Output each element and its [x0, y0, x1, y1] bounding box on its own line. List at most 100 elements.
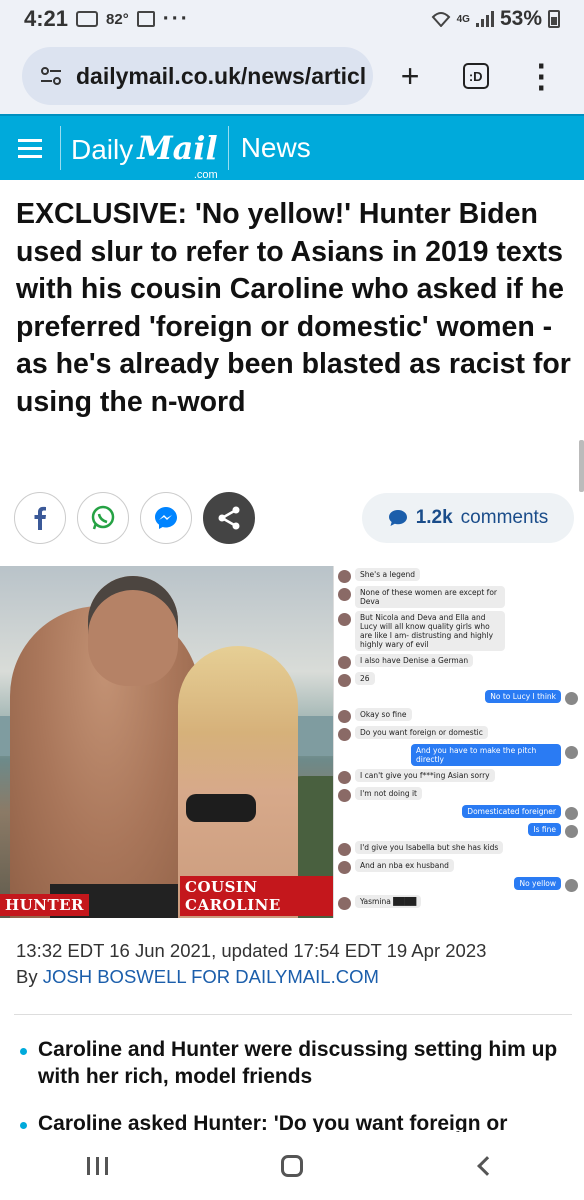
- chat-message-received: I can't give you f***ing Asian sorry: [338, 769, 578, 784]
- article-headline: EXCLUSIVE: 'No yellow!' Hunter Biden use…: [16, 198, 571, 418]
- share-row: 1.2k comments: [14, 490, 574, 546]
- chat-bubble: Domesticated foreigner: [462, 805, 561, 818]
- bullet-item: Caroline and Hunter were discussing sett…: [16, 1036, 572, 1090]
- logo-daily: Daily: [71, 134, 134, 165]
- chat-avatar: [338, 588, 351, 601]
- chat-bubble: Is fine: [528, 823, 561, 836]
- chat-avatar: [338, 570, 351, 583]
- photo-label-hunter: HUNTER: [0, 894, 90, 916]
- menu-icon[interactable]: [0, 138, 60, 158]
- signal-icon: [475, 11, 494, 27]
- status-time: 4:21: [24, 6, 69, 31]
- logo-mail: Mail: [137, 129, 218, 167]
- android-nav-bar: [0, 1132, 584, 1200]
- facebook-share-button[interactable]: [14, 492, 66, 544]
- more-notifications-icon: ···: [162, 7, 190, 30]
- chat-bubble: None of these women are except for Deva: [355, 586, 505, 608]
- photo-bikini: [186, 794, 256, 822]
- chat-avatar: [338, 771, 351, 784]
- site-logo[interactable]: Daily Mail .com: [61, 129, 228, 181]
- chat-avatar: [565, 807, 578, 820]
- chat-message-received: Yasmina ████: [338, 895, 578, 910]
- facebook-icon: [34, 506, 46, 530]
- chat-message-received: None of these women are except for Deva: [338, 586, 578, 608]
- chat-bubble: I can't give you f***ing Asian sorry: [355, 769, 495, 782]
- photo-label-caroline: COUSIN CAROLINE: [180, 876, 333, 916]
- new-tab-button[interactable]: +: [381, 47, 439, 105]
- chat-message-received: Okay so fine: [338, 708, 578, 723]
- chat-bubble: She's a legend: [355, 568, 421, 581]
- divider: [14, 1014, 572, 1015]
- text-message-screenshot: She's a legend None of these women are ex…: [333, 566, 584, 918]
- chat-bubble: And an nba ex husband: [355, 859, 454, 872]
- recents-button[interactable]: [57, 1136, 137, 1196]
- whatsapp-share-button[interactable]: [77, 492, 129, 544]
- gallery-icon: [136, 11, 155, 27]
- tab-count: :D: [462, 63, 489, 89]
- chat-message-received: 26: [338, 672, 578, 687]
- notification-icon: [76, 11, 99, 27]
- chat-message-sent: No to Lucy I think: [338, 690, 578, 705]
- chat-message-sent: No yellow: [338, 877, 578, 892]
- chat-avatar: [565, 746, 578, 759]
- chat-avatar: [338, 728, 351, 741]
- home-button[interactable]: [252, 1136, 332, 1196]
- messenger-share-button[interactable]: [140, 492, 192, 544]
- chat-bubble: Do you want foreign or domestic: [355, 726, 488, 739]
- photo-man-head: [88, 576, 178, 686]
- chat-avatar: [338, 656, 351, 669]
- chat-message-received: Do you want foreign or domestic: [338, 726, 578, 741]
- address-bar[interactable]: dailymail.co.uk/news/articl: [22, 47, 374, 105]
- comments-label: comments: [460, 507, 549, 528]
- chat-avatar: [338, 861, 351, 874]
- scrollbar-thumb[interactable]: [579, 440, 584, 492]
- chat-bubble: 26: [355, 672, 375, 685]
- article-dateline: 13:32 EDT 16 Jun 2021, updated 17:54 EDT…: [16, 940, 487, 961]
- comments-button[interactable]: 1.2k comments: [362, 493, 574, 543]
- back-button[interactable]: [447, 1136, 527, 1196]
- chat-avatar: [338, 897, 351, 910]
- messenger-icon: [155, 507, 177, 529]
- chat-bubble: No to Lucy I think: [485, 690, 561, 703]
- chat-bubble: I also have Denise a German: [355, 654, 474, 667]
- chat-avatar: [565, 825, 578, 838]
- chat-message-received: I also have Denise a German: [338, 654, 578, 669]
- status-temperature: 82°: [106, 10, 129, 28]
- battery-percent: 53%: [499, 7, 542, 30]
- home-icon: [280, 1155, 303, 1177]
- chat-message-received: I'm not doing it: [338, 787, 578, 802]
- battery-icon: [548, 10, 560, 28]
- chat-message-received: But Nicola and Deva and Ella and Lucy wi…: [338, 611, 578, 651]
- chat-message-sent: Domesticated foreigner: [338, 805, 578, 820]
- article-byline: By JOSH BOSWELL FOR DAILYMAIL.COM: [16, 966, 379, 988]
- hunter-caroline-photo: HUNTER COUSIN CAROLINE: [0, 566, 333, 918]
- whatsapp-icon: [91, 505, 115, 530]
- chat-message-sent: And you have to make the pitch directly: [338, 744, 578, 766]
- chat-bubble: But Nicola and Deva and Ella and Lucy wi…: [355, 611, 505, 651]
- chat-message-received: I'd give you Isabella but she has kids: [338, 841, 578, 856]
- chat-avatar: [565, 692, 578, 705]
- status-bar: 4:21 82° ··· 4G 53%: [0, 0, 584, 38]
- section-name[interactable]: News: [229, 132, 311, 164]
- chat-bubble: Yasmina ████: [355, 895, 422, 908]
- chat-message-sent: Is fine: [338, 823, 578, 838]
- browser-toolbar: dailymail.co.uk/news/articl + :D ⋮: [0, 38, 584, 114]
- wifi-icon: [431, 12, 450, 27]
- network-type: 4G: [456, 13, 470, 25]
- tab-switcher-button[interactable]: :D: [447, 47, 505, 105]
- chat-avatar: [565, 879, 578, 892]
- chat-avatar: [338, 710, 351, 723]
- more-share-button[interactable]: [203, 492, 255, 544]
- chat-bubble: No yellow: [514, 877, 561, 890]
- article-image[interactable]: HUNTER COUSIN CAROLINE She's a legend Non…: [0, 566, 584, 918]
- comment-bubble-icon: [388, 510, 407, 526]
- chat-avatar: [338, 674, 351, 687]
- site-settings-icon[interactable]: [40, 67, 62, 85]
- logo-com: .com: [193, 169, 218, 181]
- url-text[interactable]: dailymail.co.uk/news/articl: [76, 63, 366, 90]
- chat-avatar: [338, 613, 351, 626]
- chat-message-received: And an nba ex husband: [338, 859, 578, 874]
- browser-menu-button[interactable]: ⋮: [512, 47, 570, 105]
- author-link[interactable]: JOSH BOSWELL FOR DAILYMAIL.COM: [43, 966, 379, 987]
- chat-avatar: [338, 789, 351, 802]
